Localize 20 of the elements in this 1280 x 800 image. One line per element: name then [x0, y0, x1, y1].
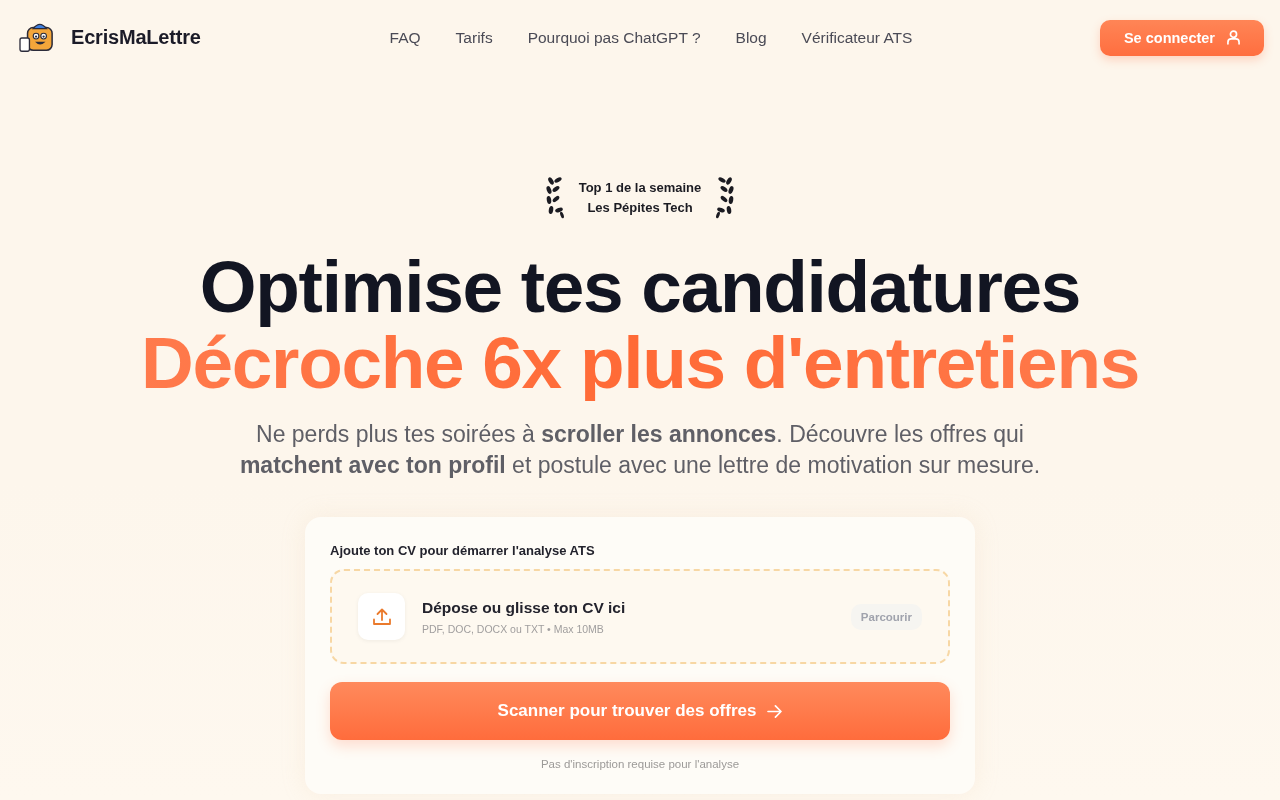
brand-name[interactable]: EcrisMaLettre	[71, 26, 201, 49]
drop-zone-title: Dépose ou glisse ton CV ici	[422, 598, 626, 617]
file-formats-hint: PDF, DOC, DOCX ou TXT • Max 10MB	[422, 622, 605, 635]
nav-link[interactable]: Tarifs	[455, 28, 493, 47]
file-drop-zone[interactable]: Dépose ou glisse ton CV ici PDF, DOC, DOCX ou TXT • Max 10MB Parcourir	[330, 569, 950, 664]
nav-link[interactable]: FAQ	[389, 28, 421, 47]
nav-link[interactable]: Pourquoi pas ChatGPT ?	[527, 28, 701, 47]
person-icon	[1227, 30, 1241, 45]
no-signup-note: Pas d'inscription requise pour l'analyse	[540, 758, 740, 770]
upload-label: Ajoute ton CV pour démarrer l'analyse ATS	[330, 543, 596, 558]
headline: Optimise tes candidatures	[199, 249, 1081, 325]
upload-icon	[358, 593, 405, 640]
nav-link[interactable]: Vérificateur ATS	[801, 28, 913, 47]
subtitle: Ne perds plus tes soirées à scroller les annonces. Découvre les offres qui matchent avec ton profil et postule avec une lettre de motivation sur mesure.	[238, 420, 1042, 480]
award-text: Top 1 de la semaine	[578, 178, 702, 196]
award-text: Les Pépites Tech	[587, 198, 693, 216]
laurel-icon	[715, 175, 736, 219]
nav-link[interactable]: Blog	[735, 28, 767, 47]
laurel-icon	[544, 175, 565, 219]
arrow-right-icon	[767, 704, 783, 718]
